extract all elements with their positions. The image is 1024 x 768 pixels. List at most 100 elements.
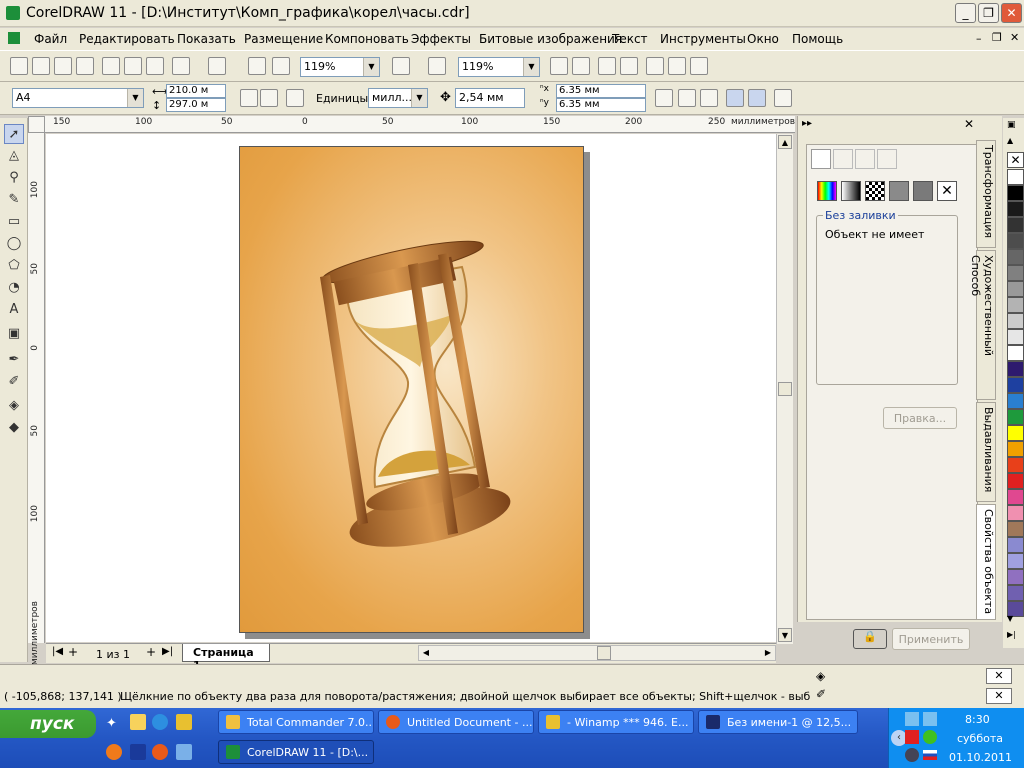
coreldraw-app-icon[interactable] [6,6,20,20]
doc-restore-icon[interactable]: ❐ [992,31,1002,44]
corel-online-icon[interactable] [428,57,446,75]
doc-close-icon[interactable]: ✕ [1010,31,1019,44]
last-page-icon[interactable]: ▶| [162,646,173,657]
apply-button[interactable]: Применить [892,628,970,650]
page-layout-icon[interactable] [286,89,304,107]
color-swatch[interactable] [1007,249,1024,265]
task-photoshop[interactable]: Без имени-1 @ 12,5... [698,710,858,734]
color-swatch[interactable] [1007,233,1024,249]
color-swatch[interactable] [1007,361,1024,377]
quicklaunch-explorer-icon[interactable] [130,714,146,730]
color-swatch[interactable] [1007,313,1024,329]
outline-tab-icon[interactable] [833,149,853,169]
antivirus-icon[interactable] [905,730,919,744]
application-launcher-icon[interactable] [392,57,410,75]
color-swatch[interactable] [1007,569,1024,585]
color-swatch[interactable] [1007,521,1024,537]
color-swatch[interactable] [1007,265,1024,281]
color-swatch[interactable] [1007,377,1024,393]
docker-close-icon[interactable]: ✕ [964,117,974,131]
color-swatch[interactable] [1007,505,1024,521]
color-swatch[interactable] [1007,185,1024,201]
zoom-tool-icon[interactable]: ⚲ [4,168,24,188]
network2-icon[interactable] [923,712,937,726]
close-button[interactable]: ✕ [1001,3,1022,23]
zoom-levels-combo[interactable]: 119% ▼ [458,57,540,77]
menu-edit[interactable]: Редактировать [79,32,175,46]
units-per-draw-icon[interactable] [655,89,673,107]
vertical-ruler[interactable]: 100 50 0 50 100 миллиметров [28,133,45,665]
quicklaunch-desktop-icon[interactable]: ✦ [106,716,117,731]
scroll-thumb[interactable] [778,382,792,396]
interactive-fill-icon[interactable]: ◆ [4,418,24,438]
color-swatch[interactable] [1007,425,1024,441]
task-total-commander[interactable]: Total Commander 7.0... [218,710,374,734]
quicklaunch-opera-icon[interactable] [106,744,122,760]
color-swatch[interactable] [1007,345,1024,361]
palette-end-icon[interactable]: ▶| [1007,630,1016,639]
task-firefox[interactable]: Untitled Document - ... [378,710,534,734]
drawing-page[interactable] [239,146,584,633]
outline-tool-icon[interactable]: ✐ [4,372,24,392]
options-icon[interactable] [774,89,792,107]
minimize-button[interactable]: _ [955,3,976,23]
quicklaunch-ie-icon[interactable] [152,714,168,730]
menu-arrange[interactable]: Компоновать [325,32,409,46]
palette-scroll-down-icon[interactable]: ▼ [1007,614,1013,623]
doc-minimize-icon[interactable]: – [976,32,982,45]
fill-tool-icon[interactable]: ◈ [4,396,24,416]
chevron-down-icon[interactable]: ▼ [127,89,143,107]
quicklaunch-save-icon[interactable] [130,744,146,760]
fill-color-swatch[interactable]: ✕ [986,668,1012,684]
zoom-combo[interactable]: 119% ▼ [300,57,380,77]
quicklaunch-winamp-icon[interactable] [176,714,192,730]
pick-tool-icon[interactable]: ➚ [4,124,24,144]
restore-button[interactable]: ❐ [978,3,999,23]
internet-tab-icon[interactable] [877,149,897,169]
color-swatch[interactable] [1007,585,1024,601]
color-swatch[interactable] [1007,473,1024,489]
chevron-down-icon[interactable]: ▼ [411,89,427,107]
color-swatch[interactable] [1007,409,1024,425]
palette-scroll-up-icon[interactable]: ▲ [1007,136,1013,145]
color-swatch[interactable] [1007,169,1024,185]
no-fill-icon[interactable]: ✕ [937,181,957,201]
draw-scale-icon[interactable] [748,89,766,107]
menu-layout[interactable]: Размещение [244,32,323,46]
paper-width-field[interactable]: 210.0 м [166,84,226,98]
zoom-out-icon[interactable] [572,57,590,75]
start-button[interactable]: пуск [0,710,96,738]
docker-expand-icon[interactable]: ▸▸ [802,118,812,129]
color-swatch[interactable] [1007,329,1024,345]
export-icon[interactable] [272,57,290,75]
paper-height-field[interactable]: 297.0 м [166,98,226,112]
quicklaunch-firefox-icon[interactable] [152,744,168,760]
import-icon[interactable] [248,57,266,75]
rectangle-tool-icon[interactable]: ▭ [4,212,24,232]
tab-page-1[interactable]: Страница 1 [182,644,270,672]
basic-shapes-icon[interactable]: ◔ [4,278,24,298]
scroll-right-icon[interactable]: ▶ [761,646,775,660]
language-flag-icon[interactable] [923,750,937,760]
hourglass-illustration[interactable] [240,147,585,634]
h-scroll-thumb[interactable] [597,646,611,660]
outline-color-swatch[interactable]: ✕ [986,688,1012,704]
duplicate-y-field[interactable]: 6.35 мм [556,98,646,112]
pattern-fill-icon[interactable] [865,181,885,201]
task-coreldraw[interactable]: CorelDRAW 11 - [D:\... [218,740,374,764]
color-swatch[interactable] [1007,553,1024,569]
tab-artistic-media[interactable]: Художественный Способ [969,250,996,400]
menu-file[interactable]: Файл [34,32,67,46]
freehand-tool-icon[interactable]: ✎ [4,190,24,210]
task-winamp[interactable]: - Winamp *** 946. E... [538,710,694,734]
color-swatch[interactable] [1007,537,1024,553]
undo-icon[interactable] [172,57,190,75]
eyedropper-tool-icon[interactable]: ✒ [4,350,24,370]
copy-icon[interactable] [124,57,142,75]
ruler-origin[interactable] [28,116,45,133]
treat-as-filled-icon[interactable] [726,89,744,107]
general-tab-icon[interactable] [855,149,875,169]
messenger-icon[interactable] [923,730,937,744]
units-combo[interactable]: милл... ▼ [368,88,428,108]
edit-button[interactable]: Правка... [883,407,957,429]
